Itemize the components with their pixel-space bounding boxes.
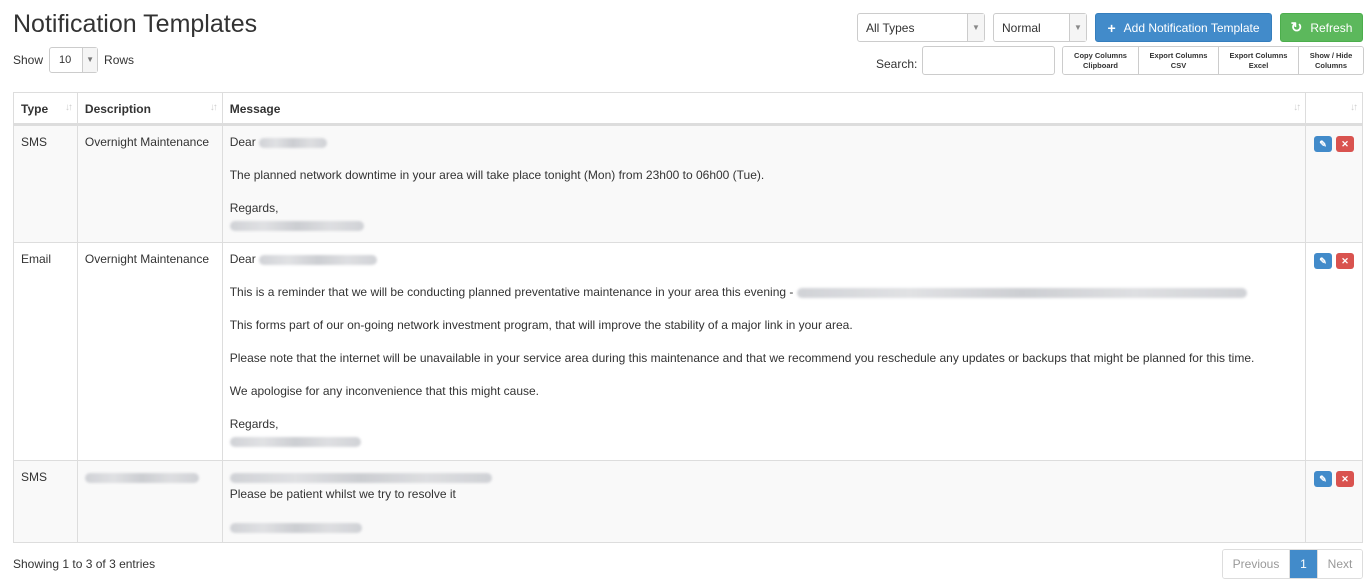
sort-icon: ↓↑ <box>64 102 73 113</box>
redacted-signature <box>229 520 1298 534</box>
type-cell: Email <box>14 243 78 460</box>
notification-templates-table: Type ↓↑ Description ↓↑ Message ↓↑ ↓↑ SMS… <box>13 92 1363 543</box>
refresh-button-label: Refresh <box>1310 20 1353 35</box>
actions-cell: ✎ ✕ <box>1306 243 1362 460</box>
tool-label-line2: Excel <box>1248 60 1269 70</box>
type-filter-select[interactable]: All Types ▼ <box>857 13 985 42</box>
previous-page-button[interactable]: Previous <box>1223 550 1290 578</box>
priority-filter-select[interactable]: Normal ▼ <box>993 13 1087 42</box>
sort-icon: ↓↑ <box>1350 102 1358 113</box>
tool-label-line1: Copy Columns <box>1074 50 1127 60</box>
redacted-text <box>229 470 1298 484</box>
copy-columns-button[interactable]: Copy Columns Clipboard <box>1063 47 1139 74</box>
table-header-row: Type ↓↑ Description ↓↑ Message ↓↑ ↓↑ <box>14 93 1362 125</box>
tool-label-line2: Clipboard <box>1083 60 1118 70</box>
message-line: Please be patient whilst we try to resol… <box>229 487 456 501</box>
sort-icon: ↓↑ <box>209 102 218 113</box>
message-greeting: Dear <box>229 135 256 149</box>
export-csv-button[interactable]: Export Columns CSV <box>1139 47 1219 74</box>
column-header-description[interactable]: Description ↓↑ <box>78 93 223 123</box>
edit-icon[interactable]: ✎ <box>1314 136 1333 152</box>
redacted-signature <box>229 218 1298 232</box>
type-cell: SMS <box>14 461 78 542</box>
refresh-icon: ↻ <box>1290 19 1303 35</box>
page-1-button[interactable]: 1 <box>1290 550 1318 578</box>
tool-label-line2: CSV <box>1170 60 1187 70</box>
message-cell: Dear The planned network downtime in you… <box>223 126 1307 242</box>
message-line: The planned network downtime in your are… <box>229 168 765 182</box>
show-hide-columns-button[interactable]: Show / Hide Columns <box>1299 47 1363 74</box>
table-row: SMS Please be patient whilst we try to r… <box>14 460 1362 542</box>
redacted-text <box>796 287 1247 298</box>
plus-icon: + <box>1107 19 1116 36</box>
refresh-button[interactable]: ↻ Refresh <box>1280 13 1363 42</box>
delete-icon[interactable]: ✕ <box>1336 136 1355 152</box>
message-line: Dear <box>230 252 1298 266</box>
show-label: Show <box>13 53 44 67</box>
redacted-text <box>259 137 328 148</box>
actions-cell: ✎ ✕ <box>1306 461 1362 542</box>
table-info: Showing 1 to 3 of 3 entries <box>13 557 156 571</box>
tool-label-line2: Columns <box>1314 60 1348 70</box>
description-cell <box>78 461 223 542</box>
description-cell: Overnight Maintenance <box>78 126 223 242</box>
redacted-signature <box>229 434 1298 448</box>
table-row: SMS Overnight Maintenance Dear The plann… <box>14 125 1362 242</box>
column-header-actions[interactable]: ↓↑ <box>1306 93 1362 123</box>
edit-icon[interactable]: ✎ <box>1314 471 1333 487</box>
message-greeting: Dear <box>229 252 256 266</box>
chevron-down-icon: ▼ <box>967 14 984 41</box>
column-header-label: Message <box>229 102 281 116</box>
search-input[interactable] <box>922 46 1055 75</box>
add-button-label: Add Notification Template <box>1123 20 1260 35</box>
tool-label-line1: Export Columns <box>1229 50 1288 60</box>
message-line: Dear <box>230 135 1298 149</box>
message-line: We apologise for any inconvenience that … <box>229 384 540 398</box>
rows-per-page-select[interactable]: 10 ▼ <box>49 47 99 73</box>
message-cell: Please be patient whilst we try to resol… <box>223 461 1307 542</box>
message-line: This is a reminder that we will be condu… <box>230 285 1298 299</box>
export-excel-button[interactable]: Export Columns Excel <box>1219 47 1299 74</box>
column-header-message[interactable]: Message ↓↑ <box>223 93 1307 123</box>
redacted-text <box>259 254 378 265</box>
add-notification-template-button[interactable]: + Add Notification Template <box>1095 13 1272 42</box>
chevron-down-icon: ▼ <box>82 48 98 72</box>
priority-filter-value: Normal <box>1002 21 1041 35</box>
message-line: This forms part of our on-going network … <box>229 318 853 332</box>
tool-label-line1: Export Columns <box>1149 50 1208 60</box>
message-line: Regards, <box>229 201 279 215</box>
edit-icon[interactable]: ✎ <box>1314 253 1333 269</box>
message-line: Please note that the internet will be un… <box>229 351 1255 365</box>
table-tools: Copy Columns Clipboard Export Columns CS… <box>1062 46 1364 75</box>
column-header-label: Type <box>21 102 49 116</box>
delete-icon[interactable]: ✕ <box>1336 253 1355 269</box>
tool-label-line1: Show / Hide <box>1309 50 1353 60</box>
rows-per-page-control: Show 10 ▼ Rows <box>13 47 134 73</box>
type-filter-value: All Types <box>866 21 915 35</box>
search-label: Search: <box>876 57 918 71</box>
column-header-label: Description <box>84 102 151 116</box>
column-header-type[interactable]: Type ↓↑ <box>14 93 78 123</box>
type-cell: SMS <box>14 126 78 242</box>
actions-cell: ✎ ✕ <box>1306 126 1362 242</box>
chevron-down-icon: ▼ <box>1069 14 1086 41</box>
delete-icon[interactable]: ✕ <box>1336 471 1355 487</box>
message-cell: Dear This is a reminder that we will be … <box>223 243 1307 460</box>
pagination: Previous 1 Next <box>1222 549 1363 579</box>
rows-label: Rows <box>104 53 135 67</box>
sort-icon: ↓↑ <box>1293 102 1301 113</box>
redacted-text <box>84 472 199 483</box>
description-cell: Overnight Maintenance <box>78 243 223 460</box>
page-title: Notification Templates <box>13 10 258 38</box>
message-line: Regards, <box>229 417 279 431</box>
next-page-button[interactable]: Next <box>1318 550 1362 578</box>
message-body: This is a reminder that we will be condu… <box>229 285 794 299</box>
table-row: Email Overnight Maintenance Dear This is… <box>14 242 1362 460</box>
rows-per-page-value: 10 <box>59 54 72 66</box>
